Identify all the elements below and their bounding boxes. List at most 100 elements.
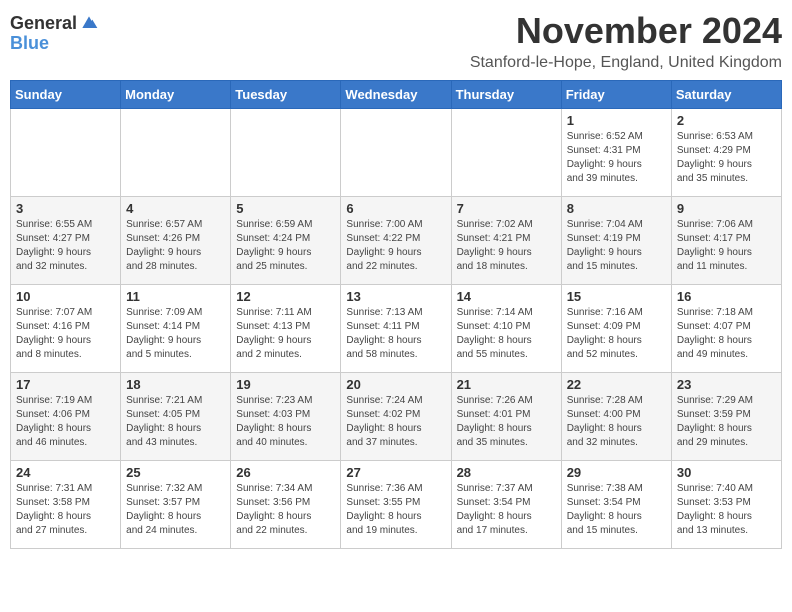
calendar-cell: 8 Sunrise: 7:04 AM Sunset: 4:19 PM Daylig… (561, 197, 671, 285)
calendar-week-4: 17 Sunrise: 7:19 AM Sunset: 4:06 PM Dayli… (11, 373, 782, 461)
day-number: 3 (16, 201, 115, 216)
day-info: Sunrise: 7:28 AM Sunset: 4:00 PM Dayligh… (567, 394, 666, 450)
calendar-subtitle: Stanford-le-Hope, England, United Kingdo… (470, 54, 782, 72)
day-number: 1 (567, 113, 666, 128)
day-number: 30 (677, 465, 776, 480)
day-number: 7 (457, 201, 556, 216)
day-number: 17 (16, 377, 115, 392)
day-info: Sunrise: 6:55 AM Sunset: 4:27 PM Dayligh… (16, 218, 115, 274)
calendar-cell: 1 Sunrise: 6:52 AM Sunset: 4:31 PM Daylig… (561, 109, 671, 197)
calendar-cell: 2 Sunrise: 6:53 AM Sunset: 4:29 PM Daylig… (671, 109, 781, 197)
day-number: 25 (126, 465, 225, 480)
calendar-cell: 27 Sunrise: 7:36 AM Sunset: 3:55 PM Dayli… (341, 461, 451, 549)
day-number: 27 (346, 465, 445, 480)
calendar-cell: 19 Sunrise: 7:23 AM Sunset: 4:03 PM Dayli… (231, 373, 341, 461)
day-info: Sunrise: 7:04 AM Sunset: 4:19 PM Dayligh… (567, 218, 666, 274)
day-info: Sunrise: 7:23 AM Sunset: 4:03 PM Dayligh… (236, 394, 335, 450)
calendar-cell (451, 109, 561, 197)
day-number: 16 (677, 289, 776, 304)
logo: General Blue (10, 14, 99, 54)
logo-icon (79, 13, 99, 33)
day-number: 6 (346, 201, 445, 216)
day-info: Sunrise: 6:53 AM Sunset: 4:29 PM Dayligh… (677, 130, 776, 186)
logo-text-line1: General (10, 14, 77, 34)
calendar-cell: 26 Sunrise: 7:34 AM Sunset: 3:56 PM Dayli… (231, 461, 341, 549)
calendar-cell: 20 Sunrise: 7:24 AM Sunset: 4:02 PM Dayli… (341, 373, 451, 461)
calendar-title: November 2024 (470, 10, 782, 52)
calendar-cell (121, 109, 231, 197)
day-number: 23 (677, 377, 776, 392)
calendar-cell: 12 Sunrise: 7:11 AM Sunset: 4:13 PM Dayli… (231, 285, 341, 373)
day-number: 28 (457, 465, 556, 480)
calendar-cell: 21Sunrise: 7:26 AM Sunset: 4:01 PM Dayli… (451, 373, 561, 461)
calendar-cell: 28 Sunrise: 7:37 AM Sunset: 3:54 PM Dayli… (451, 461, 561, 549)
day-info: Sunrise: 7:24 AM Sunset: 4:02 PM Dayligh… (346, 394, 445, 450)
day-number: 2 (677, 113, 776, 128)
calendar-cell: 10Sunrise: 7:07 AM Sunset: 4:16 PM Dayli… (11, 285, 121, 373)
calendar-cell: 9 Sunrise: 7:06 AM Sunset: 4:17 PM Daylig… (671, 197, 781, 285)
day-info: Sunrise: 7:09 AM Sunset: 4:14 PM Dayligh… (126, 306, 225, 362)
day-info: Sunrise: 7:40 AM Sunset: 3:53 PM Dayligh… (677, 482, 776, 538)
day-number: 8 (567, 201, 666, 216)
day-info: Sunrise: 7:18 AM Sunset: 4:07 PM Dayligh… (677, 306, 776, 362)
weekday-header-tuesday: Tuesday (231, 81, 341, 109)
day-info: Sunrise: 7:02 AM Sunset: 4:21 PM Dayligh… (457, 218, 556, 274)
calendar-cell: 7 Sunrise: 7:02 AM Sunset: 4:21 PM Daylig… (451, 197, 561, 285)
day-info: Sunrise: 7:11 AM Sunset: 4:13 PM Dayligh… (236, 306, 335, 362)
day-info: Sunrise: 7:19 AM Sunset: 4:06 PM Dayligh… (16, 394, 115, 450)
day-info: Sunrise: 7:32 AM Sunset: 3:57 PM Dayligh… (126, 482, 225, 538)
day-number: 4 (126, 201, 225, 216)
calendar-cell: 22Sunrise: 7:28 AM Sunset: 4:00 PM Dayli… (561, 373, 671, 461)
calendar-week-5: 24 Sunrise: 7:31 AM Sunset: 3:58 PM Dayli… (11, 461, 782, 549)
calendar-cell: 24 Sunrise: 7:31 AM Sunset: 3:58 PM Dayli… (11, 461, 121, 549)
weekday-header-monday: Monday (121, 81, 231, 109)
day-info: Sunrise: 7:37 AM Sunset: 3:54 PM Dayligh… (457, 482, 556, 538)
calendar-week-3: 10Sunrise: 7:07 AM Sunset: 4:16 PM Dayli… (11, 285, 782, 373)
calendar-cell: 3 Sunrise: 6:55 AM Sunset: 4:27 PM Daylig… (11, 197, 121, 285)
day-info: Sunrise: 6:59 AM Sunset: 4:24 PM Dayligh… (236, 218, 335, 274)
calendar-cell (231, 109, 341, 197)
calendar-cell: 6Sunrise: 7:00 AM Sunset: 4:22 PM Daylig… (341, 197, 451, 285)
calendar-cell: 14Sunrise: 7:14 AM Sunset: 4:10 PM Dayli… (451, 285, 561, 373)
day-info: Sunrise: 7:36 AM Sunset: 3:55 PM Dayligh… (346, 482, 445, 538)
calendar-cell: 13Sunrise: 7:13 AM Sunset: 4:11 PM Dayli… (341, 285, 451, 373)
calendar-cell: 15 Sunrise: 7:16 AM Sunset: 4:09 PM Dayli… (561, 285, 671, 373)
calendar-cell: 17 Sunrise: 7:19 AM Sunset: 4:06 PM Dayli… (11, 373, 121, 461)
calendar-cell: 11 Sunrise: 7:09 AM Sunset: 4:14 PM Dayli… (121, 285, 231, 373)
day-info: Sunrise: 7:13 AM Sunset: 4:11 PM Dayligh… (346, 306, 445, 362)
calendar-cell: 29Sunrise: 7:38 AM Sunset: 3:54 PM Dayli… (561, 461, 671, 549)
day-info: Sunrise: 7:16 AM Sunset: 4:09 PM Dayligh… (567, 306, 666, 362)
calendar-cell: 4 Sunrise: 6:57 AM Sunset: 4:26 PM Daylig… (121, 197, 231, 285)
day-info: Sunrise: 7:21 AM Sunset: 4:05 PM Dayligh… (126, 394, 225, 450)
calendar-cell: 16 Sunrise: 7:18 AM Sunset: 4:07 PM Dayli… (671, 285, 781, 373)
day-info: Sunrise: 6:57 AM Sunset: 4:26 PM Dayligh… (126, 218, 225, 274)
day-number: 10 (16, 289, 115, 304)
day-number: 26 (236, 465, 335, 480)
calendar-cell (341, 109, 451, 197)
day-info: Sunrise: 6:52 AM Sunset: 4:31 PM Dayligh… (567, 130, 666, 186)
day-info: Sunrise: 7:34 AM Sunset: 3:56 PM Dayligh… (236, 482, 335, 538)
day-number: 9 (677, 201, 776, 216)
calendar-cell: 30 Sunrise: 7:40 AM Sunset: 3:53 PM Dayli… (671, 461, 781, 549)
weekday-header-thursday: Thursday (451, 81, 561, 109)
day-number: 24 (16, 465, 115, 480)
day-info: Sunrise: 7:14 AM Sunset: 4:10 PM Dayligh… (457, 306, 556, 362)
day-number: 20 (346, 377, 445, 392)
day-info: Sunrise: 7:06 AM Sunset: 4:17 PM Dayligh… (677, 218, 776, 274)
day-number: 19 (236, 377, 335, 392)
day-info: Sunrise: 7:38 AM Sunset: 3:54 PM Dayligh… (567, 482, 666, 538)
calendar-week-1: 1 Sunrise: 6:52 AM Sunset: 4:31 PM Daylig… (11, 109, 782, 197)
page-header: General Blue November 2024 Stanford-le-H… (10, 10, 782, 72)
weekday-header-saturday: Saturday (671, 81, 781, 109)
calendar-cell: 23Sunrise: 7:29 AM Sunset: 3:59 PM Dayli… (671, 373, 781, 461)
calendar-table: SundayMondayTuesdayWednesdayThursdayFrid… (10, 80, 782, 549)
calendar-cell: 5Sunrise: 6:59 AM Sunset: 4:24 PM Daylig… (231, 197, 341, 285)
calendar-cell: 18Sunrise: 7:21 AM Sunset: 4:05 PM Dayli… (121, 373, 231, 461)
weekday-header-row: SundayMondayTuesdayWednesdayThursdayFrid… (11, 81, 782, 109)
title-section: November 2024 Stanford-le-Hope, England,… (470, 10, 782, 72)
day-info: Sunrise: 7:31 AM Sunset: 3:58 PM Dayligh… (16, 482, 115, 538)
weekday-header-wednesday: Wednesday (341, 81, 451, 109)
day-number: 15 (567, 289, 666, 304)
day-number: 11 (126, 289, 225, 304)
day-number: 12 (236, 289, 335, 304)
